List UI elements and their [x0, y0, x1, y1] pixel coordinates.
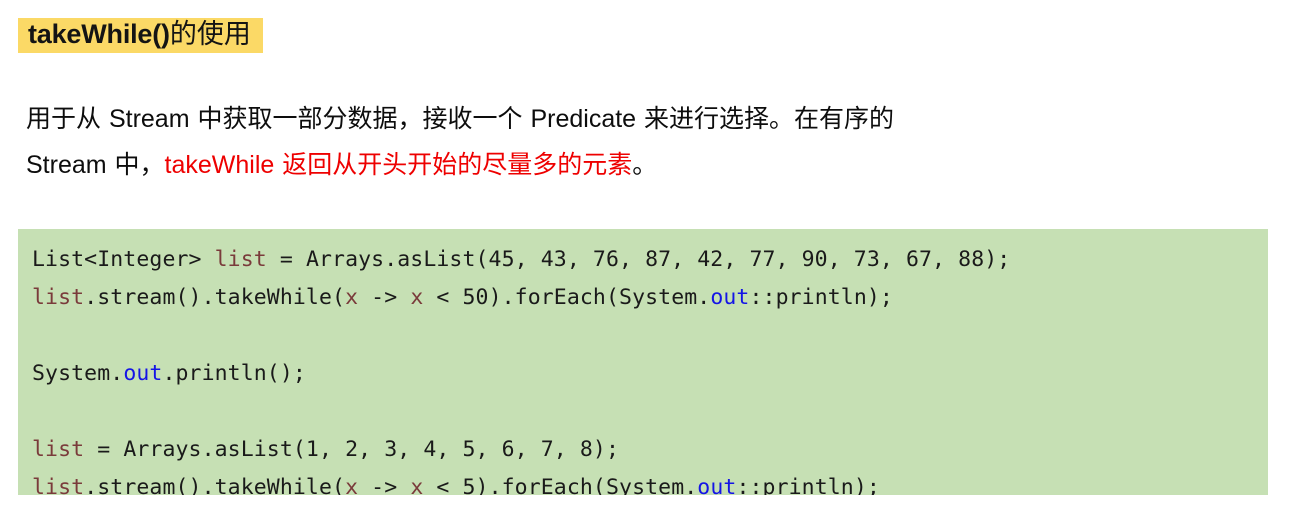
title-highlight-band: takeWhile()的使用 [18, 18, 263, 53]
code-token-variable: list [32, 285, 85, 310]
paragraph-latin-stream-2: Stream [26, 151, 107, 179]
code-token-plain: .stream().takeWhile( [84, 475, 346, 495]
code-token-field: out [123, 361, 163, 386]
code-token-field: out [697, 475, 737, 495]
code-token-plain: -> [358, 285, 411, 310]
code-token-variable: x [410, 475, 424, 495]
code-line: System.out.println(); [32, 355, 1254, 393]
paragraph-latin-stream-1: Stream [108, 105, 190, 133]
code-line: list = Arrays.asList(1, 2, 3, 4, 5, 6, 7… [32, 431, 1254, 469]
code-block: List<Integer> list = Arrays.asList(45, 4… [18, 229, 1268, 495]
code-token-plain: System. [32, 361, 124, 386]
paragraph-period: 。 [632, 150, 658, 179]
code-token-plain: = Arrays.asList(45, 43, 76, 87, 42, 77, … [266, 247, 1011, 272]
code-token-variable: x [410, 285, 424, 310]
code-token-plain: ::println); [736, 475, 880, 495]
code-token-plain: < 5).forEach(System. [423, 475, 698, 495]
code-line: list.stream().takeWhile(x -> x < 5).forE… [32, 469, 1254, 495]
code-token-variable: list [32, 437, 85, 462]
paragraph-red-cn: 返回从开头开始的尽量多的元素 [274, 150, 633, 179]
code-token-plain: List<Integer> [32, 247, 215, 272]
title-code-text: takeWhile() [28, 19, 170, 49]
code-token-plain: .stream().takeWhile( [84, 285, 346, 310]
code-token-variable: x [345, 475, 359, 495]
body-paragraph: 用于从 Stream 中获取一部分数据，接收一个 Predicate 来进行选择… [26, 96, 1206, 188]
paragraph-segment-2: 中获取一部分数据，接收一个 [189, 104, 531, 133]
code-token-plain: < 50).forEach(System. [423, 285, 711, 310]
code-token-plain: .println(); [162, 361, 306, 386]
code-token-variable: list [32, 475, 85, 495]
paragraph-segment-4: 中， [106, 150, 165, 179]
code-token-variable: list [214, 247, 267, 272]
page-title: takeWhile()的使用 [18, 18, 263, 53]
paragraph-segment-3: 来进行选择。在有序的 [636, 104, 895, 133]
code-token-plain: = Arrays.asList(1, 2, 3, 4, 5, 6, 7, 8); [84, 437, 619, 462]
slide-root: takeWhile()的使用 用于从 Stream 中获取一部分数据，接收一个 … [0, 0, 1293, 509]
paragraph-segment-1: 用于从 [26, 104, 109, 133]
code-token-plain: ::println); [749, 285, 893, 310]
code-token-field: out [710, 285, 750, 310]
code-lines-container: List<Integer> list = Arrays.asList(45, 4… [32, 241, 1254, 495]
code-line: List<Integer> list = Arrays.asList(45, 4… [32, 241, 1254, 279]
code-token-plain: -> [358, 475, 411, 495]
code-line: list.stream().takeWhile(x -> x < 50).for… [32, 279, 1254, 317]
paragraph-latin-predicate: Predicate [530, 105, 637, 133]
title-cn-text: 的使用 [169, 19, 251, 50]
paragraph-red-takewhile: takeWhile [164, 151, 275, 179]
code-token-variable: x [345, 285, 359, 310]
